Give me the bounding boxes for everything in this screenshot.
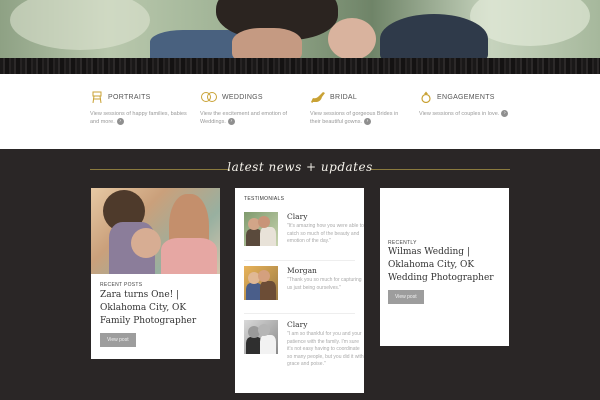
- testimonial-photo: [244, 212, 278, 246]
- arrow-right-icon[interactable]: ›: [116, 118, 124, 126]
- testimonial-text: "Thank you so much for capturing us just…: [287, 277, 362, 291]
- testimonial-item: Clary "I am so thankful for you and your…: [244, 320, 364, 386]
- rings-icon: [200, 91, 218, 103]
- recently-card: RECENTLY Wilmas Wedding | Oklahoma City,…: [380, 188, 509, 346]
- services-band: PORTRAITS View sessions of happy familie…: [0, 74, 600, 149]
- post-title-link[interactable]: Wilmas Wedding | Oklahoma City, OK Weddi…: [388, 246, 504, 285]
- view-post-button[interactable]: View post: [388, 290, 424, 304]
- post-title-link[interactable]: Zara turns One! | Oklahoma City, OK Fami…: [100, 289, 216, 328]
- ring-icon: [419, 91, 433, 103]
- testimonial-name: Morgan: [287, 266, 317, 275]
- service-bridal[interactable]: BRIDAL View sessions of gorgeous Brides …: [310, 90, 410, 126]
- recent-posts-card: RECENT POSTS Zara turns One! | Oklahoma …: [91, 188, 220, 359]
- testimonial-text: "I am so thankful for you and your patie…: [287, 331, 364, 367]
- highchair-icon: [90, 91, 104, 103]
- service-engagements[interactable]: ENGAGEMENTS View sessions of couples in …: [419, 90, 519, 118]
- service-weddings[interactable]: WEDDINGS View the excitement and emotion…: [200, 90, 300, 126]
- card-label: RECENT POSTS: [100, 282, 143, 288]
- section-title: latest news + updates: [227, 160, 373, 174]
- arrow-right-icon[interactable]: ›: [227, 118, 235, 126]
- service-title[interactable]: ENGAGEMENTS: [437, 94, 495, 101]
- arrow-right-icon[interactable]: ›: [501, 110, 509, 118]
- service-title[interactable]: WEDDINGS: [222, 94, 263, 101]
- service-description: View sessions of couples in love. ›: [419, 110, 519, 118]
- view-post-button[interactable]: View post: [100, 333, 136, 347]
- testimonial-name: Clary: [287, 320, 308, 329]
- testimonials-card: TESTIMONIALS Clary "It's amazing how you…: [235, 188, 364, 393]
- card-label: TESTIMONIALS: [244, 196, 285, 202]
- testimonial-name: Clary: [287, 212, 308, 221]
- arrow-right-icon[interactable]: ›: [363, 118, 371, 126]
- service-description: View the excitement and emotion of Weddi…: [200, 111, 288, 126]
- service-portraits[interactable]: PORTRAITS View sessions of happy familie…: [90, 90, 190, 126]
- testimonial-text: "It's amazing how you were able to catch…: [287, 223, 364, 244]
- separator: [244, 260, 355, 261]
- testimonial-item: Morgan "Thank you so much for capturing …: [244, 266, 362, 306]
- testimonial-photo: [244, 266, 278, 300]
- hero-photo: [0, 0, 600, 58]
- wood-texture-divider: [0, 58, 600, 74]
- service-description: View sessions of gorgeous Brides in thei…: [310, 111, 399, 126]
- service-title[interactable]: PORTRAITS: [108, 94, 151, 101]
- separator: [244, 313, 355, 314]
- service-description: View sessions of happy families, babies …: [90, 111, 187, 126]
- post-thumbnail[interactable]: [91, 188, 220, 274]
- service-title[interactable]: BRIDAL: [330, 94, 357, 101]
- shoe-icon: [310, 91, 326, 103]
- testimonial-item: Clary "It's amazing how you were able to…: [244, 212, 364, 252]
- news-heading: latest news + updates: [90, 160, 510, 178]
